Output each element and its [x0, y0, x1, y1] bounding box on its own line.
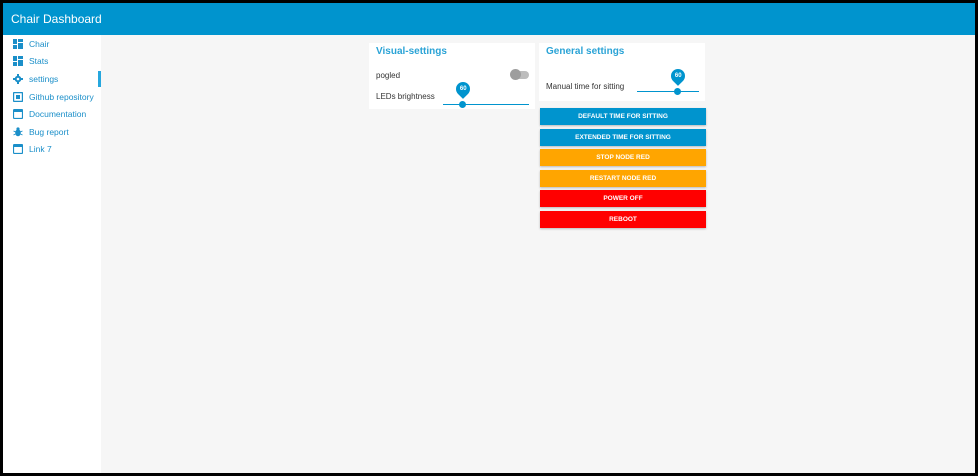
bug-icon: [13, 127, 23, 137]
sidebar-item-label: Link 7: [29, 144, 52, 155]
slider-value-bubble: 60: [668, 66, 688, 86]
slider-track: [443, 104, 529, 105]
sidebar-item-label: Bug report: [29, 126, 69, 137]
sidebar-item-github-repository[interactable]: Github repository: [3, 88, 101, 106]
slider-thumb[interactable]: [674, 88, 682, 95]
sidebar-item-bug-report[interactable]: Bug report: [3, 123, 101, 141]
default-time-button[interactable]: DEFAULT TIME FOR SITTING: [540, 108, 706, 125]
dashboard-icon: [13, 56, 23, 67]
manual-time-slider[interactable]: 60: [637, 66, 699, 97]
sidebar-item-chair[interactable]: Chair: [3, 35, 101, 53]
gear-icon: [13, 73, 23, 84]
extended-time-button[interactable]: EXTENDED TIME FOR SITTING: [540, 128, 706, 146]
square-icon: [13, 91, 23, 102]
manual-time-label: Manual time for sitting: [546, 82, 625, 91]
reboot-button[interactable]: REBOOT: [540, 211, 706, 228]
sidebar-item-label: Chair: [29, 38, 50, 49]
app-header: Chair Dashboard: [3, 3, 975, 35]
slider-value-bubble: 60: [452, 79, 473, 99]
dashboard-icon: [13, 38, 23, 49]
toggle-knob: [510, 69, 521, 80]
window-frame: Chair Dashboard Chair Stats settings Git…: [0, 0, 978, 476]
slider-value: 60: [674, 73, 682, 79]
browser-window-icon: [13, 144, 23, 155]
slider-value: 60: [459, 86, 467, 92]
browser-window-icon: [13, 109, 23, 120]
sidebar-item-link-7[interactable]: Link 7: [3, 141, 101, 159]
power-off-button[interactable]: POWER OFF: [540, 190, 706, 208]
sidebar-item-settings[interactable]: settings: [3, 70, 101, 88]
general-settings-card: General settings Manual time for sitting…: [539, 43, 705, 101]
sidebar: Chair Stats settings Github repository D…: [3, 35, 101, 473]
sidebar-item-label: Stats: [29, 56, 49, 67]
leds-brightness-slider[interactable]: 60: [443, 79, 529, 110]
sidebar-item-label: settings: [29, 73, 59, 84]
sidebar-item-stats[interactable]: Stats: [3, 53, 101, 71]
pogled-label: pogled: [376, 71, 401, 80]
restart-node-red-button[interactable]: RESTART NODE RED: [540, 169, 706, 187]
sidebar-item-label: Github repository: [29, 91, 94, 102]
app-title: Chair Dashboard: [11, 12, 102, 26]
general-settings-title: General settings: [546, 46, 625, 57]
visual-settings-card: Visual-settings pogled LEDs brightness 6…: [369, 43, 535, 109]
visual-settings-title: Visual-settings: [376, 46, 447, 57]
slider-track: [637, 91, 699, 92]
leds-brightness-label: LEDs brightness: [376, 92, 435, 101]
sidebar-item-label: Documentation: [29, 109, 87, 120]
stop-node-red-button[interactable]: STOP NODE RED: [540, 149, 706, 167]
sidebar-item-documentation[interactable]: Documentation: [3, 105, 101, 123]
slider-thumb[interactable]: [459, 101, 467, 108]
pogled-toggle[interactable]: [510, 69, 529, 80]
